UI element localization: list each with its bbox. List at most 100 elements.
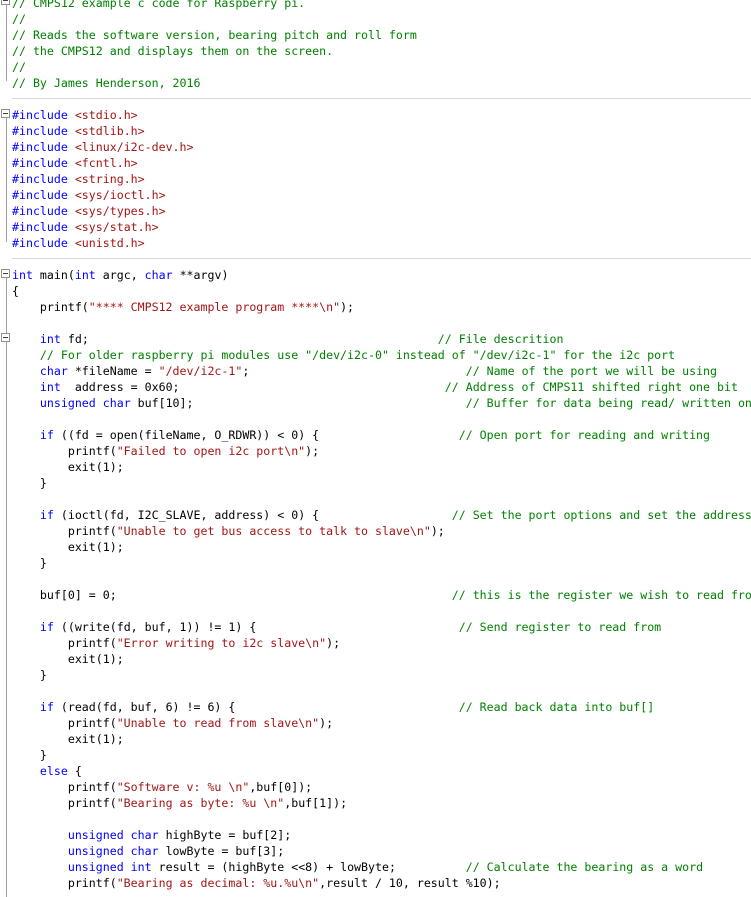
code-token: #include	[12, 124, 75, 138]
code-line[interactable]: int fd; // File descrition	[12, 331, 564, 347]
code-token: int	[39, 332, 61, 346]
code-token: #include	[12, 172, 75, 186]
code-line[interactable]: #include <string.h>	[12, 171, 145, 187]
code-line[interactable]: // Reads the software version, bearing p…	[12, 27, 417, 43]
code-line[interactable]: if (read(fd, buf, 6) != 6) { // Read bac…	[12, 699, 654, 715]
code-token: exit(1);	[12, 540, 124, 554]
code-line[interactable]: printf("**** CMPS12 example program ****…	[12, 299, 354, 315]
code-line[interactable]: printf("Bearing as decimal: %u.%u\n",res…	[12, 875, 501, 891]
code-line[interactable]: printf("Software v: %u \n",buf[0]);	[12, 779, 312, 795]
code-line[interactable]: char *fileName = "/dev/i2c-1"; // Name o…	[12, 363, 717, 379]
code-token: <string.h>	[74, 172, 145, 186]
code-token: // Calculate the bearing as a word	[465, 860, 704, 874]
code-line[interactable]: if ((fd = open(fileName, O_RDWR)) < 0) {…	[12, 427, 710, 443]
code-line[interactable]: printf("Failed to open i2c port\n");	[12, 443, 319, 459]
code-token: // this is the register we wish to read …	[451, 588, 751, 602]
code-line[interactable]: #include <stdlib.h>	[12, 123, 145, 139]
code-token: ,buf[0]);	[249, 780, 313, 794]
code-token: fd;	[60, 332, 438, 346]
code-line[interactable]: #include <sys/ioctl.h>	[12, 187, 166, 203]
code-line[interactable]: #include <unistd.h>	[12, 235, 145, 251]
code-line[interactable]: printf("Error writing to i2c slave\n");	[12, 635, 340, 651]
code-token: printf(	[12, 716, 117, 730]
code-line[interactable]: exit(1);	[12, 651, 124, 667]
code-token: #include	[12, 204, 75, 218]
code-token: // the CMPS12 and displays them on the s…	[12, 44, 334, 58]
code-line[interactable]: int address = 0x60; // Address of CMPS11…	[12, 379, 738, 395]
code-token: #include	[12, 220, 75, 234]
code-token: if	[39, 700, 54, 714]
code-line[interactable]: printf("Unable to read from slave\n");	[12, 715, 333, 731]
code-line[interactable]: if ((write(fd, buf, 1)) != 1) { // Send …	[12, 619, 661, 635]
code-token: <unistd.h>	[74, 236, 145, 250]
code-token: unsigned	[67, 860, 124, 874]
code-token: }	[12, 476, 47, 490]
fold-collapse-icon[interactable]	[1, 109, 10, 118]
code-line[interactable]: printf("Bearing as byte: %u \n",buf[1]);	[12, 795, 347, 811]
code-line[interactable]: int main(int argc, char **argv)	[12, 267, 228, 283]
code-token: buf[10];	[130, 396, 466, 410]
code-line[interactable]: unsigned char highByte = buf[2];	[12, 827, 291, 843]
code-line[interactable]: // By James Henderson, 2016	[12, 75, 200, 91]
code-line[interactable]: }	[12, 475, 47, 491]
code-token: if	[39, 508, 54, 522]
code-line[interactable]: }	[12, 667, 47, 683]
code-token: // Open port for reading and writing	[458, 428, 711, 442]
code-line[interactable]: exit(1);	[12, 459, 124, 475]
code-line[interactable]: #include <linux/i2c-dev.h>	[12, 139, 194, 155]
code-token: "Software v: %u \n"	[116, 780, 250, 794]
fold-collapse-icon[interactable]	[1, 333, 10, 342]
code-line[interactable]: exit(1);	[12, 539, 124, 555]
code-line[interactable]: buf[0] = 0; // this is the register we w…	[12, 587, 751, 603]
code-token: char	[130, 828, 159, 842]
code-line[interactable]: // CMPS12 example c code for Raspberry p…	[12, 0, 305, 11]
code-token: "Bearing as decimal: %u.%u\n"	[116, 876, 320, 890]
code-line[interactable]: exit(1);	[12, 731, 124, 747]
code-token: char	[144, 268, 173, 282]
code-token: result = (highByte <<8) + lowByte;	[151, 860, 466, 874]
code-token: ;	[242, 364, 466, 378]
code-line[interactable]: {	[12, 283, 19, 299]
code-token: char	[39, 364, 68, 378]
code-token: lowByte = buf[3];	[158, 844, 285, 858]
code-token: printf(	[12, 444, 117, 458]
code-line[interactable]: printf("Unable to get bus access to talk…	[12, 523, 445, 539]
code-token: // Send register to read from	[458, 620, 662, 634]
code-line[interactable]: if (ioctl(fd, I2C_SLAVE, address) < 0) {…	[12, 507, 751, 523]
code-line[interactable]: #include <sys/types.h>	[12, 203, 166, 219]
code-line[interactable]: // For older raspberry pi modules use "/…	[12, 347, 675, 363]
code-token: printf(	[12, 796, 117, 810]
code-token: int	[39, 380, 61, 394]
code-token: "Unable to read from slave\n"	[116, 716, 320, 730]
code-token: int	[130, 860, 152, 874]
code-line[interactable]: }	[12, 555, 47, 571]
fold-collapse-icon[interactable]	[1, 269, 10, 278]
code-editor[interactable]: // CMPS12 example c code for Raspberry p…	[0, 0, 751, 897]
code-token: "Failed to open i2c port\n"	[116, 444, 306, 458]
code-token: // CMPS12 example c code for Raspberry p…	[12, 0, 306, 10]
code-token: else	[39, 764, 68, 778]
fold-guide	[6, 5, 7, 81]
code-token: printf(	[12, 300, 89, 314]
code-token: // By James Henderson, 2016	[12, 76, 201, 90]
code-line[interactable]: unsigned int result = (highByte <<8) + l…	[12, 859, 703, 875]
code-token: <sys/types.h>	[74, 204, 166, 218]
code-line[interactable]: // the CMPS12 and displays them on the s…	[12, 43, 333, 59]
code-line[interactable]: //	[12, 11, 26, 27]
code-line[interactable]: unsigned char buf[10]; // Buffer for dat…	[12, 395, 751, 411]
code-line[interactable]: #include <sys/stat.h>	[12, 219, 159, 235]
code-line[interactable]: }	[12, 747, 47, 763]
code-token: // Buffer for data being read/ written o…	[465, 396, 751, 410]
code-token: unsigned	[39, 396, 96, 410]
code-token: **argv)	[172, 268, 229, 282]
code-token: "/dev/i2c-1"	[158, 364, 243, 378]
code-line[interactable]: #include <stdio.h>	[12, 107, 138, 123]
code-line[interactable]: #include <fcntl.h>	[12, 155, 138, 171]
code-line[interactable]: //	[12, 59, 26, 75]
code-line[interactable]: else {	[12, 763, 82, 779]
code-line[interactable]: unsigned char lowByte = buf[3];	[12, 843, 284, 859]
